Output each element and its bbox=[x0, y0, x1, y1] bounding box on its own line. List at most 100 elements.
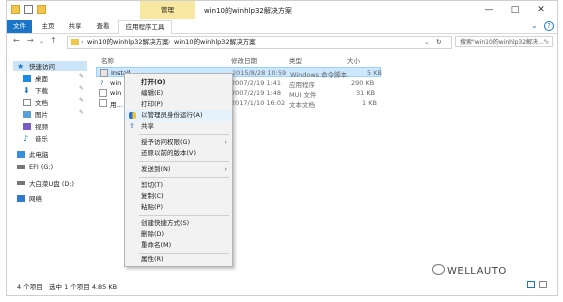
menu-item-delete[interactable]: 删除(D) bbox=[125, 229, 232, 240]
forward-button[interactable]: → bbox=[27, 36, 34, 45]
computer-icon bbox=[17, 150, 25, 158]
wechat-logo-icon bbox=[432, 264, 445, 275]
file-date: 2007/2/19 1:41 bbox=[231, 79, 281, 87]
file-type: 文本文档 bbox=[289, 101, 315, 109]
sidebar-item-desktop[interactable]: 桌面 bbox=[23, 73, 48, 83]
pin-icon: ✎ bbox=[79, 85, 85, 92]
context-menu: 打开(O) 编辑(E) 打印(P) 以管理员身份运行(A) ⇪ 共享 授予访问权… bbox=[124, 73, 233, 267]
sidebar-item-label: EFI (G:) bbox=[29, 163, 54, 171]
tab-view[interactable]: 查看 bbox=[92, 20, 114, 33]
menu-item-print[interactable]: 打印(P) bbox=[125, 99, 232, 110]
tab-share[interactable]: 共享 bbox=[64, 20, 86, 33]
address-box[interactable]: › win10的winhlp32解决方案 › win10的winhlp32解决方… bbox=[67, 36, 452, 49]
sidebar-item-usb-drive[interactable]: 大白菜U盘 (D:) bbox=[17, 178, 74, 188]
history-dropdown-icon[interactable]: ⌄ bbox=[39, 38, 44, 45]
menu-item-share[interactable]: ⇪ 共享 bbox=[125, 121, 232, 132]
sidebar-item-label: 网络 bbox=[29, 195, 42, 203]
search-icon: ⌕ bbox=[545, 39, 549, 46]
ribbon-expand-icon[interactable]: ⌄ bbox=[531, 21, 538, 30]
column-header-date[interactable]: 修改日期 bbox=[231, 55, 257, 65]
help-icon[interactable]: ? bbox=[544, 21, 554, 31]
picture-icon bbox=[23, 110, 31, 118]
minimize-button[interactable]: — bbox=[477, 3, 501, 17]
sidebar-item-documents[interactable]: 文档 bbox=[23, 97, 48, 107]
sidebar-item-downloads[interactable]: ⬇ 下载 bbox=[23, 85, 48, 95]
menu-item-rename[interactable]: 重命名(M) bbox=[125, 240, 232, 251]
sidebar-item-label: 下载 bbox=[35, 87, 48, 95]
sidebar-item-videos[interactable]: 视频 bbox=[23, 121, 48, 131]
drive-icon bbox=[17, 165, 25, 169]
sidebar-item-network[interactable]: 网络 bbox=[17, 193, 42, 203]
sidebar-item-music[interactable]: ♪ 音乐 bbox=[23, 133, 48, 143]
up-button[interactable]: ↑ bbox=[50, 36, 57, 45]
star-icon: ★ bbox=[17, 61, 25, 71]
menu-item-give-access[interactable]: 授予访问权限(G) › bbox=[125, 137, 232, 148]
file-name: win bbox=[110, 79, 122, 87]
navigation-pane: ★ 快速访问 桌面 ✎ ⬇ 下载 ✎ 文档 ✎ 图片 ✎ 视频 ♪ 音乐 此电脑… bbox=[7, 51, 91, 281]
file-date: 2015/8/28 10:59 bbox=[232, 69, 287, 77]
menu-item-paste[interactable]: 粘贴(P) bbox=[125, 202, 232, 213]
new-folder-icon[interactable] bbox=[37, 5, 46, 14]
breadcrumb-item[interactable]: win10的winhlp32解决方案 bbox=[174, 37, 256, 48]
chevron-down-icon[interactable]: ⌄ bbox=[424, 37, 429, 48]
menu-separator bbox=[139, 215, 229, 216]
breadcrumb-item[interactable]: win10的winhlp32解决方案 bbox=[87, 37, 169, 48]
explorer-window: 管理 win10的winhlp32解决方案 — □ ✕ 文件 主页 共享 查看 … bbox=[6, 0, 558, 296]
music-icon: ♪ bbox=[23, 133, 29, 143]
menu-item-run-as-admin[interactable]: 以管理员身份运行(A) bbox=[125, 110, 232, 121]
sidebar-item-efi-drive[interactable]: EFI (G:) bbox=[17, 163, 53, 171]
pin-icon: ✎ bbox=[79, 97, 85, 104]
sidebar-item-label: 图片 bbox=[35, 111, 48, 119]
manage-context-tab[interactable]: 管理 bbox=[140, 1, 195, 19]
close-button[interactable]: ✕ bbox=[529, 3, 553, 17]
watermark-text: WELLAUTO bbox=[447, 266, 507, 277]
file-size: 31 KB bbox=[356, 89, 376, 97]
sidebar-item-label: 此电脑 bbox=[29, 151, 49, 159]
folder-icon bbox=[11, 5, 20, 14]
large-icons-view-icon[interactable] bbox=[539, 281, 547, 288]
uac-shield-icon bbox=[129, 112, 136, 119]
menu-item-restore-versions[interactable]: 还原以前的版本(V) bbox=[125, 148, 232, 159]
sidebar-item-quick-access[interactable]: ★ 快速访问 bbox=[13, 61, 87, 71]
menu-item-properties[interactable]: 属性(R) bbox=[125, 254, 232, 265]
details-view-icon[interactable] bbox=[527, 281, 535, 288]
file-date: 2007/2/19 1:48 bbox=[231, 89, 281, 97]
submenu-arrow-icon: › bbox=[224, 138, 227, 146]
tab-file[interactable]: 文件 bbox=[7, 20, 32, 33]
script-file-icon bbox=[100, 69, 108, 77]
menu-item-open[interactable]: 打开(O) bbox=[125, 77, 232, 88]
sidebar-item-this-pc[interactable]: 此电脑 bbox=[17, 149, 49, 159]
help-app-icon: ? bbox=[100, 79, 104, 87]
column-header-size[interactable]: 大小 bbox=[347, 55, 360, 65]
maximize-button[interactable]: □ bbox=[503, 3, 527, 17]
properties-icon[interactable] bbox=[24, 5, 33, 14]
file-size: 1 KB bbox=[362, 99, 377, 107]
selection-info: 选中 1 个项目 4.85 KB bbox=[49, 283, 118, 291]
file-size: 5 KB bbox=[367, 69, 382, 77]
column-header-type[interactable]: 类型 bbox=[289, 55, 302, 65]
sidebar-item-pictures[interactable]: 图片 bbox=[23, 109, 48, 119]
menu-item-edit[interactable]: 编辑(E) bbox=[125, 88, 232, 99]
folder-icon bbox=[71, 39, 79, 45]
submenu-arrow-icon: › bbox=[224, 165, 227, 173]
tab-home[interactable]: 主页 bbox=[37, 20, 59, 33]
column-header-name[interactable]: 名称 bbox=[101, 55, 114, 65]
menu-item-create-shortcut[interactable]: 创建快捷方式(S) bbox=[125, 218, 232, 229]
file-date: 2017/1/10 16:02 bbox=[231, 99, 286, 107]
window-title: win10的winhlp32解决方案 bbox=[204, 7, 292, 15]
search-input[interactable]: 搜索"win10的winhlp32解决..." ⌕ bbox=[455, 36, 553, 47]
back-button[interactable]: ← bbox=[13, 36, 20, 45]
title-bar: 管理 win10的winhlp32解决方案 — □ ✕ bbox=[7, 1, 557, 20]
menu-item-send-to[interactable]: 发送到(N) › bbox=[125, 164, 232, 175]
download-icon: ⬇ bbox=[23, 85, 30, 95]
sidebar-item-label: 快速访问 bbox=[29, 63, 55, 71]
menu-item-cut[interactable]: 剪切(T) bbox=[125, 180, 232, 191]
text-file-icon bbox=[99, 99, 107, 107]
file-icon bbox=[99, 89, 107, 97]
menu-item-copy[interactable]: 复制(C) bbox=[125, 191, 232, 202]
file-name: win bbox=[110, 89, 122, 97]
item-count: 4 个项目 bbox=[17, 283, 43, 291]
refresh-icon[interactable]: ↻ bbox=[436, 37, 441, 48]
tab-application-tools[interactable]: 应用程序工具 bbox=[118, 20, 172, 34]
sidebar-item-label: 文档 bbox=[35, 99, 48, 107]
